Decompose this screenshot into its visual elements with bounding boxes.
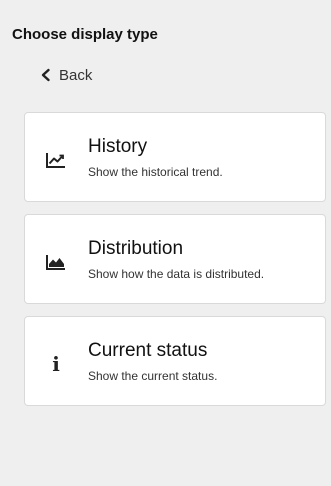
option-description: Show the current status.	[88, 369, 218, 383]
option-card-current-status[interactable]: i Current status Show the current status…	[24, 316, 326, 406]
chevron-left-icon	[39, 68, 53, 82]
line-chart-icon	[45, 149, 67, 171]
option-title: Distribution	[88, 238, 184, 259]
panel-title: Choose display type	[12, 26, 158, 43]
option-title: History	[88, 136, 148, 157]
option-description: Show how the data is distributed.	[88, 267, 265, 281]
back-label: Back	[59, 66, 93, 84]
area-chart-icon	[45, 251, 67, 273]
option-card-distribution[interactable]: Distribution Show how the data is distri…	[24, 214, 326, 304]
option-description: Show the historical trend.	[88, 165, 223, 179]
display-type-panel: Choose display type Back History Show th…	[0, 0, 331, 486]
option-title: Current status	[88, 340, 208, 361]
info-glyph: i	[52, 352, 60, 376]
option-card-history[interactable]: History Show the historical trend.	[24, 112, 326, 202]
back-button[interactable]: Back	[39, 64, 92, 86]
info-icon: i	[45, 353, 67, 375]
